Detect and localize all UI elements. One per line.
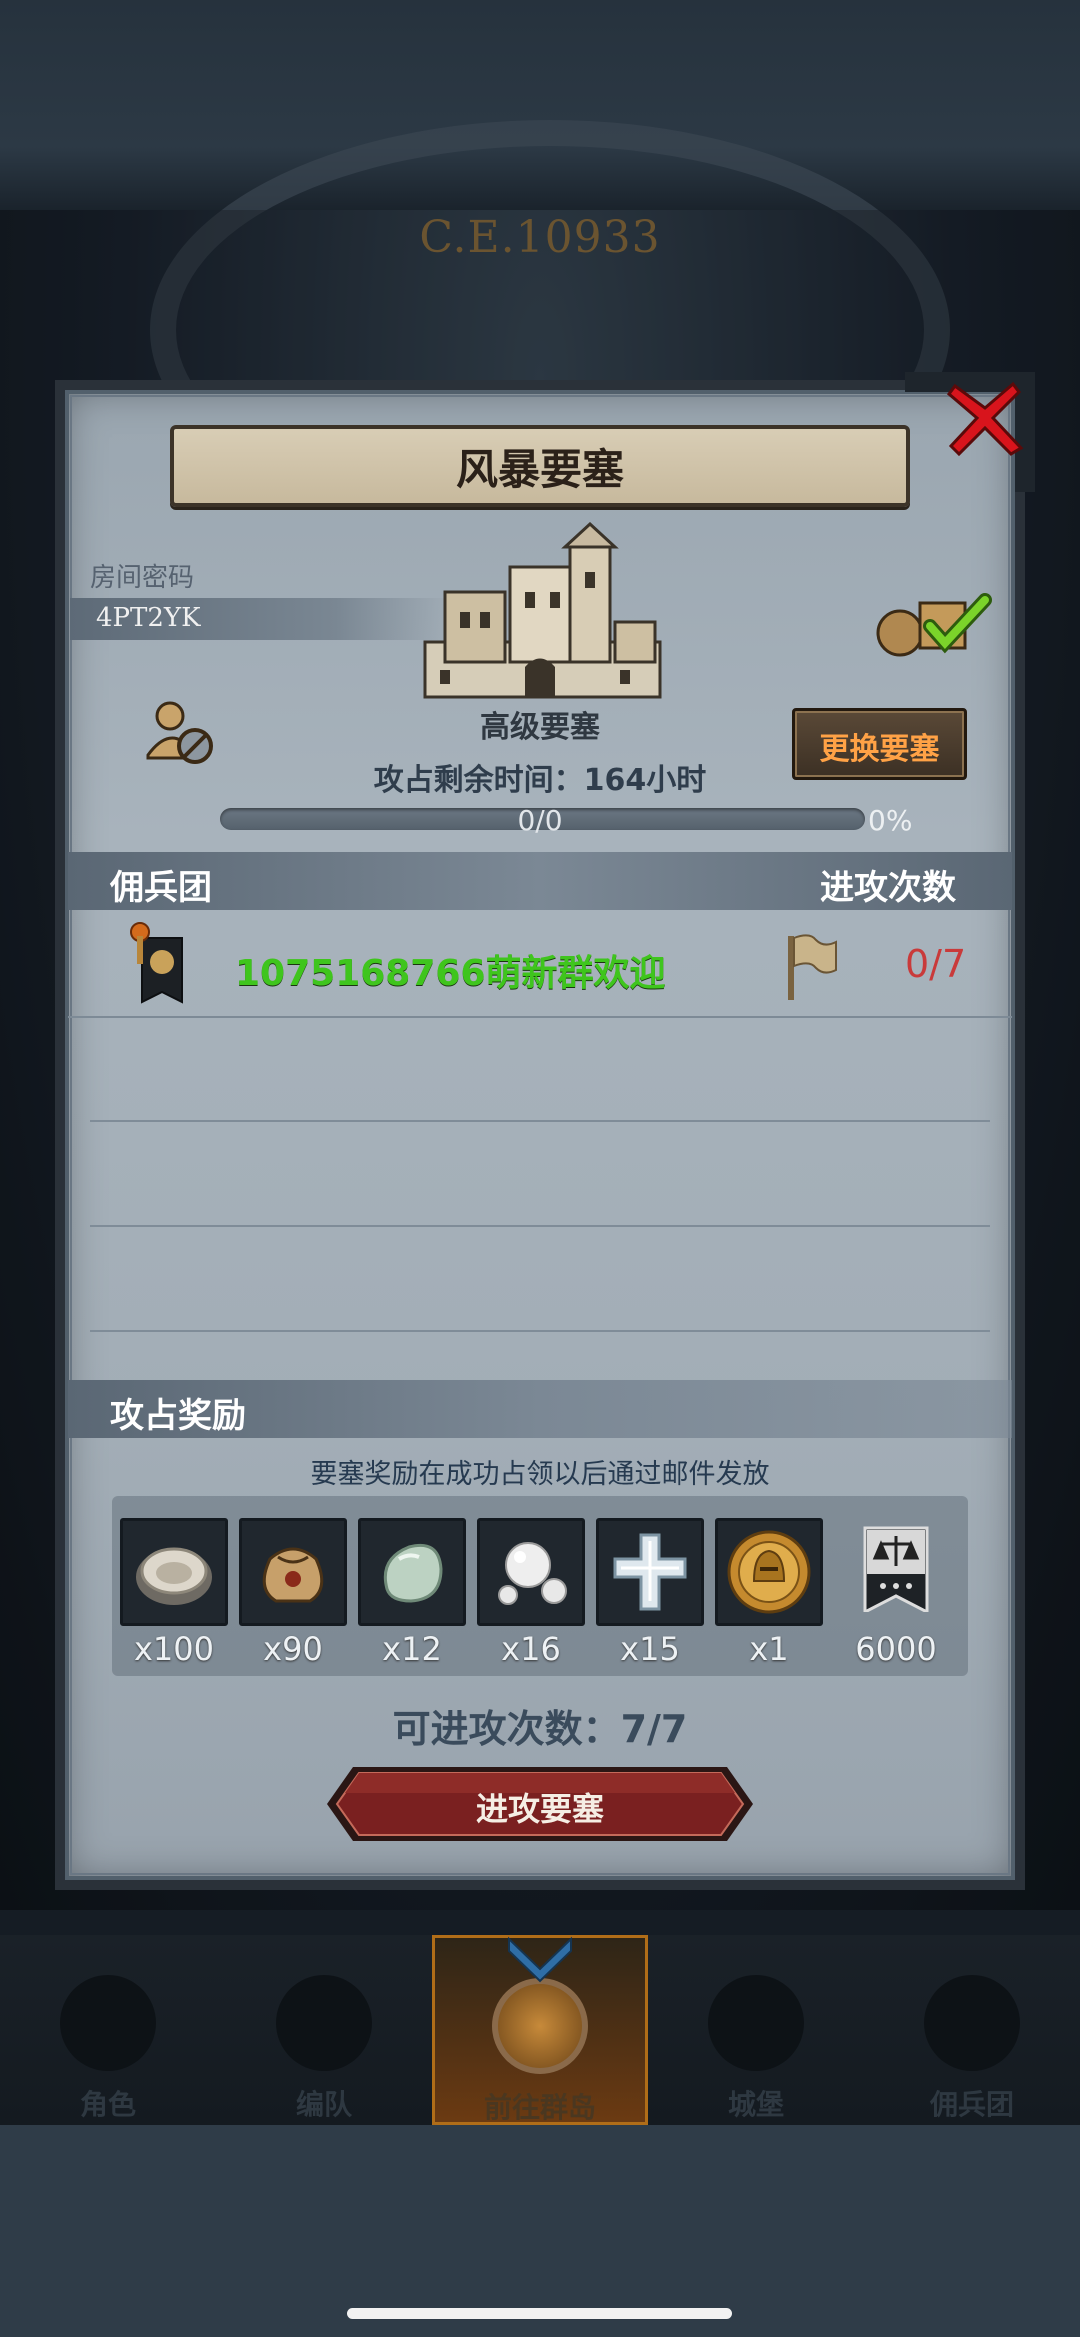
chevron-down-icon — [508, 1936, 572, 1983]
progress-count: 0/0 — [517, 804, 563, 837]
nav-label: 城堡 — [727, 2088, 784, 2121]
nav-item-mercenary[interactable]: 佣兵团 — [864, 1935, 1080, 2125]
jade-stone-icon — [383, 1543, 443, 1603]
loot-claimed-icon — [876, 593, 992, 657]
reward-qty: x16 — [501, 1630, 561, 1668]
attack-count-column-header: 进攻次数 — [820, 868, 956, 908]
fortress-icon — [423, 522, 662, 699]
reward-qty: x1 — [749, 1630, 789, 1668]
modal-title: 风暴要塞 — [455, 445, 624, 494]
reward-slot-crystal[interactable] — [596, 1518, 704, 1626]
bottom-bar — [0, 2125, 1080, 2337]
progress-percent: 0% — [868, 804, 913, 837]
reward-qty: 6000 — [855, 1630, 937, 1668]
islands-icon — [492, 1978, 588, 2074]
reward-qty: x12 — [382, 1630, 442, 1668]
mercenary-icon — [924, 1975, 1020, 2071]
room-code-label: 房间密码 — [90, 563, 195, 593]
nav-item-formation[interactable]: 编队 — [216, 1935, 432, 2125]
reward-slot-pouch[interactable] — [239, 1518, 347, 1626]
nav-label: 前往群岛 — [483, 2091, 596, 2124]
empty-row-divider — [90, 1330, 990, 1332]
reward-slot-jade[interactable] — [358, 1518, 466, 1626]
crystal-cross-icon — [613, 1533, 687, 1611]
kick-member-icon[interactable] — [145, 700, 215, 766]
remaining-time: 攻占剩余时间：164小时 — [373, 763, 707, 798]
empty-row-divider — [90, 1225, 990, 1227]
nav-item-character[interactable]: 角色 — [0, 1935, 216, 2125]
mercenary-name: 1075168766萌新群欢迎 — [235, 953, 666, 994]
remaining-attacks: 可进攻次数：7/7 — [392, 1707, 688, 1751]
oyster-icon — [136, 1547, 212, 1605]
pearls-icon — [498, 1542, 567, 1605]
reward-slot-medal[interactable] — [715, 1518, 823, 1626]
pouch-icon — [262, 1547, 324, 1603]
nav-label: 角色 — [79, 2088, 136, 2121]
rewards-note: 要塞奖励在成功占领以后通过邮件发放 — [310, 1459, 770, 1490]
mercenary-attack-count: 0/7 — [905, 942, 967, 986]
nav-label: 佣兵团 — [929, 2088, 1014, 2121]
nav-label: 编队 — [295, 2088, 352, 2121]
reward-qty: x15 — [620, 1630, 680, 1668]
empty-row-divider — [90, 1120, 990, 1122]
formation-icon — [276, 1975, 372, 2071]
room-code-value: 4PT2YK — [96, 603, 201, 633]
guild-emblem-icon — [130, 922, 183, 1004]
close-icon[interactable] — [945, 378, 1025, 458]
fortress-level: 高级要塞 — [480, 710, 600, 745]
rewards-title: 攻占奖励 — [110, 1396, 246, 1436]
mercenary-column-header: 佣兵团 — [110, 868, 212, 908]
justice-banner-icon — [863, 1526, 929, 1612]
castle-icon — [708, 1975, 804, 2071]
reward-qty: x90 — [263, 1630, 323, 1668]
flag-icon — [788, 934, 837, 1000]
character-icon — [60, 1975, 156, 2071]
reward-slot-banner[interactable] — [845, 1518, 953, 1626]
golden-helmet-medal-icon — [727, 1530, 811, 1614]
reward-slot-oyster[interactable] — [120, 1518, 228, 1626]
home-indicator[interactable] — [347, 2308, 732, 2319]
reward-slot-pearls[interactable] — [477, 1518, 585, 1626]
nav-item-castle[interactable]: 城堡 — [648, 1935, 864, 2125]
attack-fortress-label: 进攻要塞 — [475, 1790, 604, 1828]
reward-qty: x100 — [133, 1630, 214, 1668]
